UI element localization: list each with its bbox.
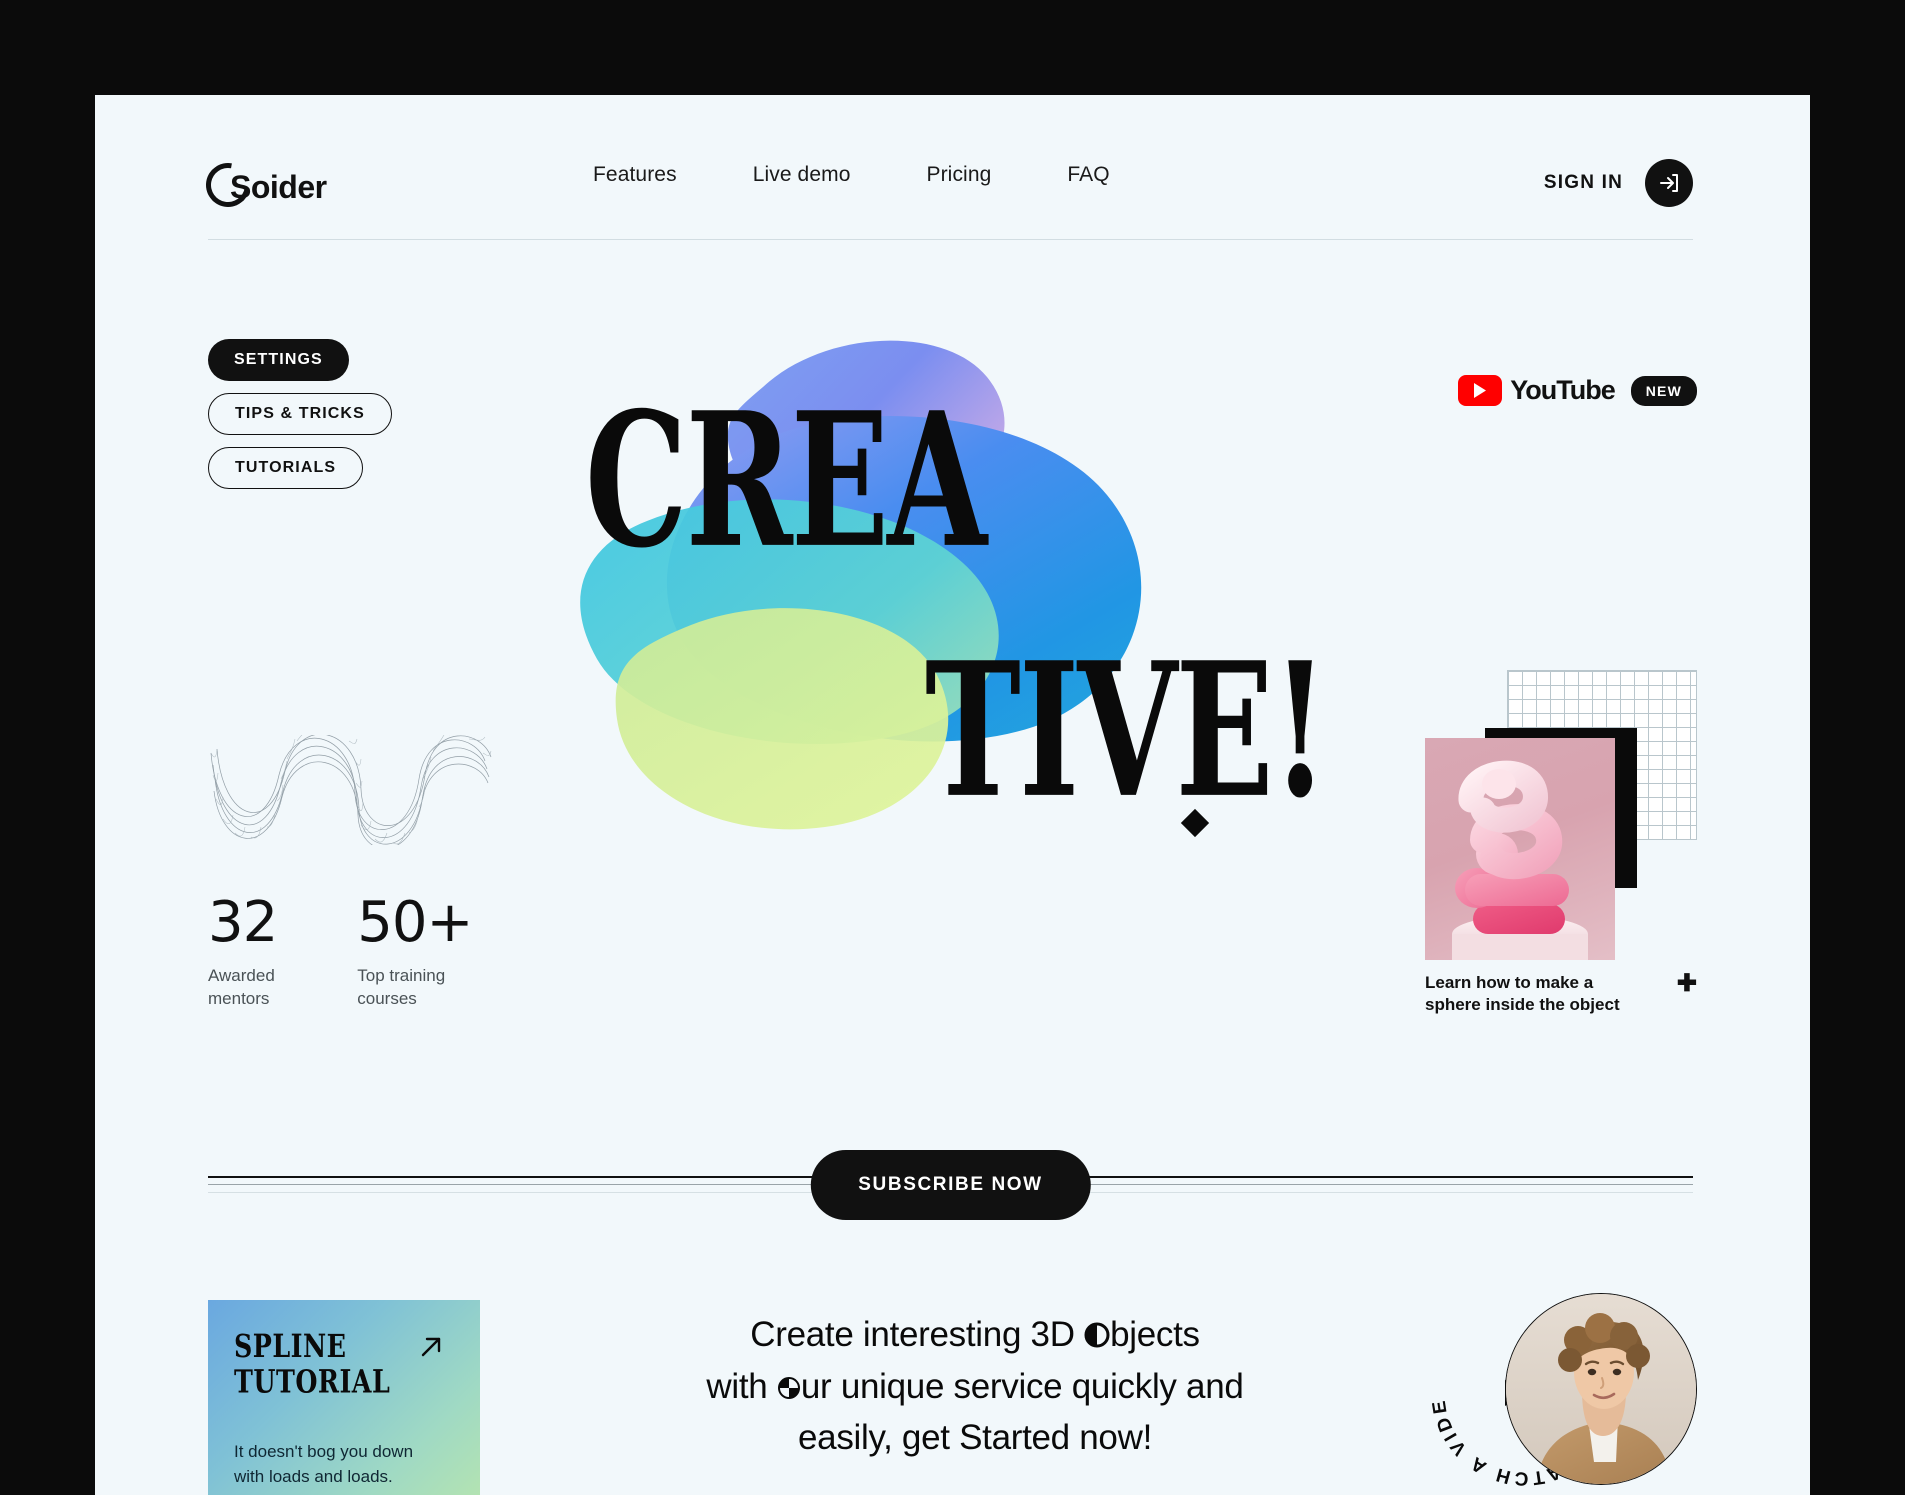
nav-item-features[interactable]: Features [593, 163, 677, 187]
login-arrow-icon [1660, 174, 1678, 192]
tutorial-card[interactable]: Learn how to make a sphere inside the ob… [1425, 670, 1697, 1017]
stat-value: 32 [208, 890, 278, 955]
page-frame: Soider Features Live demo Pricing FAQ SI… [95, 95, 1810, 1495]
sign-in-label[interactable]: SIGN IN [1544, 172, 1623, 194]
tutorial-caption-row: Learn how to make a sphere inside the ob… [1425, 972, 1697, 1017]
hero-section: CREA TIVE! [525, 295, 1328, 935]
youtube-badge[interactable]: YouTube NEW [1458, 375, 1697, 406]
half-filled-circle-icon [1084, 1312, 1110, 1362]
plus-icon[interactable]: ✚ [1677, 972, 1697, 996]
quartered-circle-icon [777, 1364, 801, 1414]
pill-settings[interactable]: SETTINGS [208, 339, 349, 381]
subscribe-band: SUBSCRIBE NOW [208, 1150, 1693, 1250]
brand-logo[interactable]: Soider [197, 153, 327, 216]
category-pills: SETTINGS TIPS & TRICKS TUTORIALS [208, 339, 392, 501]
main-nav: Features Live demo Pricing FAQ [593, 163, 1110, 187]
tutorial-caption: Learn how to make a sphere inside the ob… [1425, 973, 1620, 1015]
stat-top-training-courses: 50+ Top training courses [357, 890, 473, 1011]
stat-label: Awarded mentors [208, 966, 275, 1008]
hero-headline-line-2: TIVE! [925, 623, 1328, 840]
new-badge: NEW [1630, 375, 1697, 406]
tagline-part-2: bjects [1110, 1315, 1200, 1354]
spline-tutorial-card[interactable]: SPLINE TUTORIAL It doesn't bog you down … [208, 1300, 480, 1495]
stats-group: 32 Awarded mentors 50+ Top training cour… [208, 890, 473, 1011]
tagline-part-5: easily, get Started now! [797, 1418, 1152, 1458]
site-header: Soider Features Live demo Pricing FAQ SI… [197, 135, 1693, 240]
stat-label: Top training courses [357, 966, 446, 1008]
tagline-part-3: with [706, 1366, 777, 1406]
tagline-part-1: Create interesting 3D [750, 1315, 1085, 1354]
sign-in-button[interactable] [1645, 159, 1693, 207]
spline-card-title: SPLINE TUTORIAL [234, 1328, 391, 1402]
stat-value: 50+ [357, 890, 473, 955]
youtube-wordmark: YouTube [1510, 375, 1615, 405]
wireframe-ribbon-graphic [203, 722, 493, 849]
youtube-play-icon [1458, 375, 1503, 406]
tagline-part-4: ur unique service quickly and [800, 1366, 1244, 1406]
subscribe-now-button[interactable]: SUBSCRIBE NOW [810, 1150, 1091, 1220]
nav-item-live-demo[interactable]: Live demo [753, 163, 851, 187]
tutorial-thumbnail [1425, 670, 1697, 960]
arrow-up-right-icon[interactable] [416, 1332, 446, 1367]
hero-headline-line-1: CREA [585, 373, 987, 590]
pill-tutorials[interactable]: TUTORIALS [208, 447, 364, 489]
tagline-text: Create interesting 3D bjects with ur uni… [695, 1310, 1255, 1463]
spline-card-body: It doesn't bog you down with loads and l… [234, 1442, 414, 1486]
nav-item-faq[interactable]: FAQ [1067, 163, 1109, 187]
watch-video-widget[interactable]: WATCH A VIDEO TUTORIAL [1417, 1285, 1697, 1495]
brand-name: Soider [230, 168, 327, 205]
youtube-logo: YouTube [1458, 375, 1616, 406]
nav-item-pricing[interactable]: Pricing [926, 163, 991, 187]
stat-awarded-mentors: 32 Awarded mentors [208, 890, 278, 1011]
pill-tips-and-tricks[interactable]: TIPS & TRICKS [208, 393, 392, 435]
avatar [1505, 1293, 1697, 1485]
auth-area: SIGN IN [1544, 159, 1693, 207]
pink-3d-sculpture-image [1425, 738, 1615, 960]
